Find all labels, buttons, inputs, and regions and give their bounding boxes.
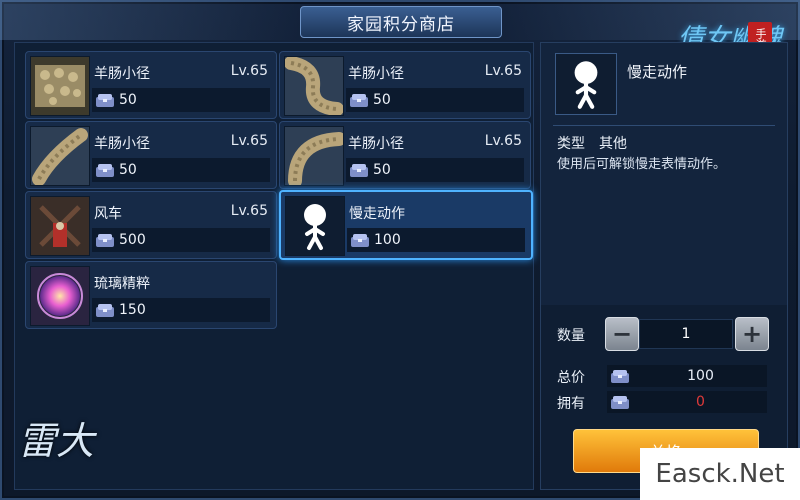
item-level: Lv.65 [230,203,268,219]
shop-item[interactable]: 风车 Lv.65 500 [25,191,277,259]
coin-chest-icon [351,234,369,247]
shop-item-selected[interactable]: 慢走动作 100 [279,190,533,260]
coin-chest-icon [611,370,629,383]
path-curve-icon [284,56,344,116]
item-name: 慢走动作 [349,206,405,222]
item-price: 500 [119,232,146,248]
owned-value: 0 [696,394,705,410]
quantity-input[interactable]: 1 [639,319,733,349]
item-level: Lv.65 [484,63,522,79]
owned-box: 0 [607,391,767,413]
detail-type-label: 类型 [557,136,585,152]
detail-type: 类型 其他 [557,133,627,153]
quantity-label: 数量 [557,328,585,344]
item-price: 50 [373,162,391,178]
item-name: 羊肠小径 [94,136,150,152]
item-price: 50 [119,162,137,178]
coin-chest-icon [611,396,629,409]
shop-item[interactable]: 羊肠小径 Lv.65 50 [25,51,277,119]
item-price: 50 [119,92,137,108]
detail-item-name: 慢走动作 [627,63,688,81]
item-price: 50 [373,92,391,108]
price-row: 50 [92,158,270,182]
windmill-icon [30,196,90,256]
coin-chest-icon [350,164,368,177]
item-price: 150 [119,302,146,318]
detail-description: 使用后可解锁慢走表情动作。 [557,157,727,172]
coin-chest-icon [96,164,114,177]
detail-type-value: 其他 [599,136,627,152]
quantity-plus-button[interactable]: + [735,317,769,351]
shop-window: 家园积分商店 倩女幽魂 手游 羊肠小径 Lv.65 50 羊肠小径 Lv.65 … [0,0,800,500]
price-row: 150 [92,298,270,322]
detail-divider [553,125,775,126]
detail-panel: 慢走动作 类型 其他 使用后可解锁慢走表情动作。 数量 − 1 + 总价 100 … [540,42,788,490]
item-level: Lv.65 [484,133,522,149]
item-name: 羊肠小径 [94,66,150,82]
studio-logo: 雷大 [18,419,95,463]
path-bend-icon [284,126,344,186]
total-value: 100 [687,368,714,384]
price-row: 500 [92,228,270,252]
shop-item[interactable]: 羊肠小径 Lv.65 50 [279,51,531,119]
owned-label: 拥有 [557,396,585,412]
watermark: Easck.Net [640,448,800,500]
path-straight-icon [30,56,90,116]
item-price: 100 [374,232,401,248]
coin-chest-icon [96,234,114,247]
price-row: 50 [92,88,270,112]
total-box: 100 [607,365,767,387]
item-level: Lv.65 [230,133,268,149]
window-title: 家园积分商店 [300,6,502,38]
price-row: 50 [346,158,524,182]
item-name: 风车 [94,206,122,222]
total-label: 总价 [557,370,585,386]
stickman-icon [555,53,617,115]
stickman-icon [285,196,345,256]
coin-chest-icon [96,304,114,317]
shop-item[interactable]: 羊肠小径 Lv.65 50 [25,121,277,189]
price-row: 100 [347,228,525,252]
item-name: 羊肠小径 [348,66,404,82]
quantity-minus-button[interactable]: − [605,317,639,351]
shop-item[interactable]: 琉璃精粹 150 [25,261,277,329]
coin-chest-icon [96,94,114,107]
crystal-icon [30,266,90,326]
title-ornament-left [0,0,300,40]
shop-item[interactable]: 羊肠小径 Lv.65 50 [279,121,531,189]
item-level: Lv.65 [230,63,268,79]
item-name: 琉璃精粹 [94,276,150,292]
item-name: 羊肠小径 [348,136,404,152]
path-diagonal-icon [30,126,90,186]
coin-chest-icon [350,94,368,107]
price-row: 50 [346,88,524,112]
